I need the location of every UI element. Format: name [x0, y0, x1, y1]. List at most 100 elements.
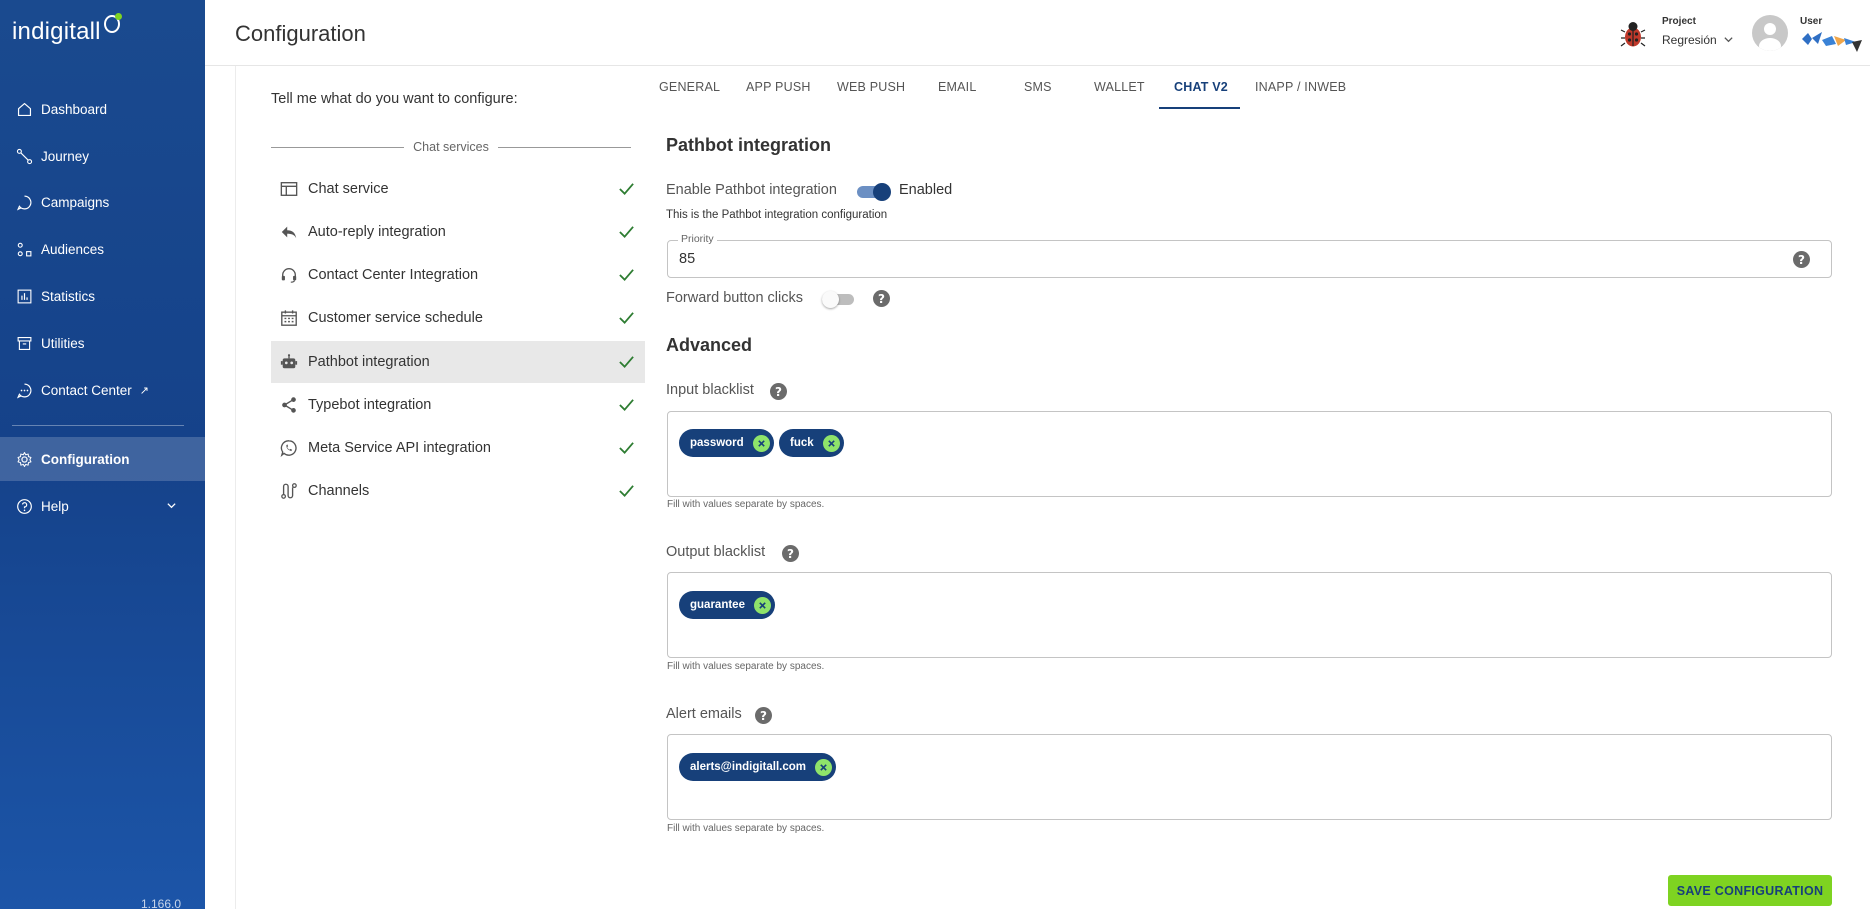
sidebar-item-label: Configuration	[41, 451, 130, 467]
route-icon	[279, 482, 298, 501]
service-label: Customer service schedule	[308, 310, 483, 326]
sidebar-item-audiences[interactable]: Audiences	[0, 227, 205, 271]
save-configuration-button[interactable]: SAVE CONFIGURATION	[1668, 875, 1832, 906]
priority-field[interactable]	[667, 240, 1832, 278]
tab-general[interactable]: GENERAL	[659, 80, 720, 94]
service-item-channels[interactable]: Channels	[271, 470, 645, 512]
chip: password	[679, 429, 774, 457]
sidebar-item-utilities[interactable]: Utilities	[0, 321, 205, 365]
service-item-pathbot[interactable]: Pathbot integration	[271, 341, 645, 383]
check-icon	[618, 223, 635, 244]
section-header-chat-services: Chat services	[271, 140, 632, 154]
service-label: Contact Center Integration	[308, 267, 479, 283]
service-item-customer-schedule[interactable]: Customer service schedule	[271, 297, 645, 339]
audiences-icon	[15, 240, 33, 258]
section-title-advanced: Advanced	[666, 335, 753, 355]
sidebar-item-label: Help	[41, 498, 69, 514]
journey-icon	[15, 147, 33, 165]
reply-icon	[279, 223, 298, 242]
sidebar-item-campaigns[interactable]: Campaigns	[0, 180, 205, 224]
chat-bubble-icon	[15, 193, 33, 211]
chevron-down-icon[interactable]	[1723, 34, 1734, 48]
service-item-typebot[interactable]: Typebot integration	[271, 384, 645, 426]
user-badge-icon	[1800, 30, 1864, 59]
sidebar-item-contact-center[interactable]: Contact Center ↗	[0, 368, 205, 412]
tab-web-push[interactable]: WEB PUSH	[837, 80, 905, 94]
external-link-icon: ↗	[139, 384, 150, 397]
service-label: Auto-reply integration	[308, 224, 446, 240]
alert-emails-field[interactable]: alerts@indigitall.com	[667, 734, 1832, 820]
sidebar-item-dashboard[interactable]: Dashboard	[0, 87, 205, 131]
question-mark-icon[interactable]: ?	[873, 290, 890, 307]
forward-button-clicks-label: Forward button clicks	[666, 290, 803, 306]
service-item-meta-api[interactable]: Meta Service API integration	[271, 427, 645, 469]
tab-app-push[interactable]: APP PUSH	[746, 80, 811, 94]
check-icon	[618, 482, 635, 503]
question-mark-icon[interactable]: ?	[770, 383, 787, 400]
close-icon[interactable]	[752, 434, 770, 452]
alert-emails-label: Alert emails	[666, 706, 742, 722]
chip: fuck	[779, 429, 844, 457]
enable-pathbot-label: Enable Pathbot integration	[666, 182, 837, 198]
sidebar-item-label: Dashboard	[41, 101, 108, 117]
sidebar-item-label: Statistics	[41, 288, 96, 304]
gear-icon	[15, 450, 33, 468]
service-item-auto-reply[interactable]: Auto-reply integration	[271, 211, 645, 253]
close-icon[interactable]	[815, 758, 833, 776]
check-icon	[618, 439, 635, 460]
sidebar-item-help[interactable]: Help	[0, 484, 205, 528]
question-mark-icon[interactable]: ?	[782, 545, 799, 562]
chip-label: password	[690, 437, 744, 449]
close-icon[interactable]	[822, 434, 840, 452]
sidebar-item-statistics[interactable]: Statistics	[0, 274, 205, 318]
bar-chart-icon	[15, 287, 33, 305]
enable-pathbot-toggle[interactable]	[857, 183, 891, 201]
section-title-pathbot: Pathbot integration	[666, 135, 831, 155]
service-item-chat-service[interactable]: Chat service	[271, 168, 645, 210]
service-item-contact-center[interactable]: Contact Center Integration	[271, 254, 645, 296]
tab-email[interactable]: EMAIL	[938, 80, 977, 94]
sidebar-item-label: Utilities	[41, 335, 85, 351]
sidebar-item-label: Journey	[41, 148, 90, 164]
check-icon	[618, 396, 635, 417]
input-blacklist-hint: Fill with values separate by spaces.	[667, 499, 825, 510]
priority-label: Priority	[678, 233, 717, 245]
tab-sms[interactable]: SMS	[1024, 80, 1052, 94]
section-label: Chat services	[413, 140, 489, 154]
output-blacklist-field[interactable]: guarantee	[667, 572, 1832, 658]
question-mark-icon[interactable]: ?	[1793, 251, 1810, 268]
check-icon	[618, 353, 635, 374]
brand-logo[interactable]: indigitall	[12, 13, 122, 46]
sidebar-divider	[12, 425, 184, 426]
close-icon[interactable]	[753, 596, 771, 614]
forward-button-clicks-toggle[interactable]	[822, 290, 856, 308]
sidebar-item-journey[interactable]: Journey	[0, 134, 205, 178]
window-icon	[279, 180, 298, 199]
input-blacklist-field[interactable]: password fuck	[667, 411, 1832, 497]
check-icon	[618, 180, 635, 201]
alert-emails-hint: Fill with values separate by spaces.	[667, 823, 825, 834]
whatsapp-icon	[279, 439, 298, 458]
share-icon	[279, 396, 298, 415]
chip-label: alerts@indigitall.com	[690, 761, 807, 773]
project-selector[interactable]: Regresión	[1662, 33, 1717, 47]
logo-text: indigitall	[12, 18, 101, 45]
help-circle-icon	[15, 497, 33, 515]
input-blacklist-label: Input blacklist	[666, 382, 754, 398]
bug-icon[interactable]	[1620, 19, 1646, 54]
tab-wallet[interactable]: WALLET	[1094, 80, 1145, 94]
service-label: Channels	[308, 483, 370, 499]
robot-icon	[279, 353, 298, 372]
avatar[interactable]	[1752, 15, 1788, 51]
service-label: Typebot integration	[308, 397, 432, 413]
service-label: Pathbot integration	[308, 354, 430, 370]
priority-input-value[interactable]: 85	[679, 251, 695, 267]
sidebar-item-configuration[interactable]: Configuration	[0, 437, 205, 481]
tab-inapp-inweb[interactable]: INAPP / INWEB	[1255, 80, 1346, 94]
question-mark-icon[interactable]: ?	[755, 707, 772, 724]
chip-label: fuck	[790, 437, 814, 449]
sidebar-item-label: Audiences	[41, 241, 105, 257]
project-label: Project	[1662, 16, 1696, 27]
tab-chat-v2[interactable]: CHAT V2	[1174, 80, 1228, 94]
chat-dots-icon	[15, 381, 33, 399]
